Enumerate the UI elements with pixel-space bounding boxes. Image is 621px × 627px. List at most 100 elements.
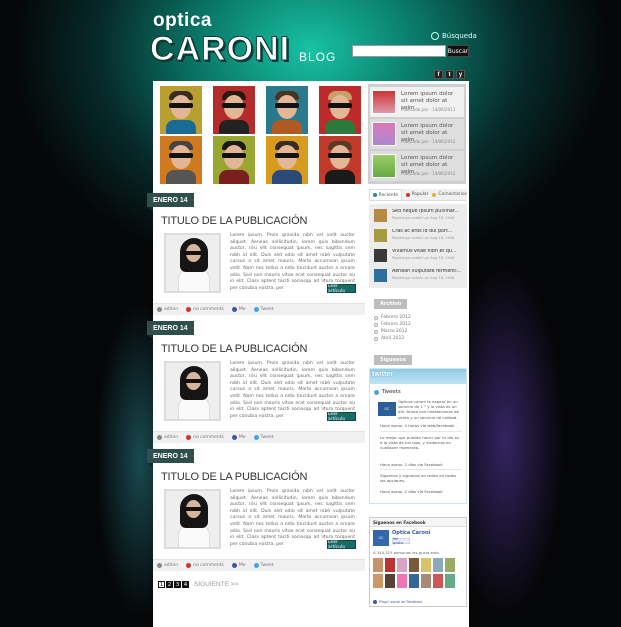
featured-thumb — [372, 154, 396, 178]
twitter-icon[interactable]: t — [445, 70, 454, 79]
post-image[interactable] — [164, 489, 221, 549]
slider-photo — [319, 136, 361, 184]
page-link-1[interactable]: 1 — [158, 581, 165, 588]
featured-date: Publicado por - 14/06/2013 — [401, 139, 456, 144]
slider-photo — [213, 86, 255, 134]
post-meta: admin no comments Me Tweet — [153, 431, 365, 443]
twitter-header: twitter — [370, 369, 466, 384]
recent-post-title: Aenean vulputate fermenti... — [392, 269, 462, 274]
facebook-page-name[interactable]: Optica Caroni — [392, 530, 430, 536]
fan-avatar[interactable] — [433, 558, 443, 572]
page-link-2[interactable]: 2 — [166, 581, 173, 588]
tab-recent[interactable]: Reciente — [369, 189, 402, 200]
facebook-plugin-link[interactable]: Plugin social de Facebook — [373, 600, 422, 604]
recent-post-item[interactable]: Sed neque ipsum pulvinar... Posted por a… — [372, 206, 464, 226]
post-image[interactable] — [164, 361, 221, 421]
recent-post-title: Vivamus vitae nibh et qu... — [392, 249, 457, 254]
read-more-button[interactable]: Leer artículo — [327, 540, 356, 550]
tweet-time[interactable]: Hace aprox. 2 días vía Facebook — [380, 489, 462, 494]
radio-icon — [374, 336, 378, 341]
recent-post-title: Sed neque ipsum pulvinar... — [392, 209, 459, 214]
fan-avatar[interactable] — [385, 558, 395, 572]
search-button[interactable]: Buscar — [447, 45, 469, 57]
recent-post-item[interactable]: Cras ac eros id dui port... Posted por a… — [372, 226, 464, 246]
recent-post-thumb — [374, 269, 387, 282]
fan-avatar[interactable] — [397, 574, 407, 588]
read-more-button[interactable]: Leer artículo — [327, 284, 356, 294]
archive-item[interactable]: Marzo 2012 — [374, 329, 408, 334]
tweet-time[interactable]: Hace aprox. 2 días vía Facebook — [380, 462, 462, 467]
tab-comments[interactable]: Comentarios — [432, 189, 467, 200]
clock-icon — [372, 193, 377, 197]
recent-post-date: Posted por admin on Aug 18, 2008 — [392, 236, 455, 240]
archive-item[interactable]: Febrero 2012 — [374, 322, 411, 327]
featured-item[interactable]: Lorem ipsum dolor sit amet dolor at selm… — [370, 151, 464, 181]
user-icon — [157, 435, 162, 440]
fan-avatar[interactable] — [433, 574, 443, 588]
fan-avatar[interactable] — [373, 558, 383, 572]
featured-item[interactable]: Lorem ipsum dolor sit amet dolor at selm… — [370, 87, 464, 117]
recent-post-title: Cras ac eros id dui port... — [392, 229, 453, 234]
sidebar-tabs: Reciente Popular Comentarios — [369, 189, 467, 201]
facebook-like-button[interactable]: Me gusta — [392, 537, 410, 545]
tweet-button[interactable]: Tweet — [253, 435, 274, 440]
read-more-button[interactable]: Leer artículo — [327, 412, 356, 422]
post-image[interactable] — [164, 233, 221, 293]
search-label-text: Búsqueda — [442, 32, 477, 40]
tweet-button[interactable]: Tweet — [253, 307, 274, 312]
featured-item[interactable]: Lorem ipsum dolor sit amet dolor at selm… — [370, 119, 464, 149]
post-author[interactable]: admin — [157, 563, 178, 568]
fan-avatar[interactable] — [385, 574, 395, 588]
post-title[interactable]: TITULO DE LA PUBLICACIÓN — [161, 215, 307, 227]
fan-avatar[interactable] — [397, 558, 407, 572]
facebook-like-button[interactable]: Me — [231, 563, 246, 568]
twitter-icon — [253, 307, 259, 312]
next-page-link[interactable]: SIGUIENTE >> — [194, 581, 238, 588]
pagination: 1 2 3 4 SIGUIENTE >> — [158, 581, 238, 588]
post-comments[interactable]: no comments — [186, 563, 224, 568]
tweet-divider — [380, 469, 462, 470]
featured-slider[interactable] — [156, 84, 368, 184]
tweet-button[interactable]: Tweet — [253, 563, 274, 568]
twitter-logo[interactable]: twitter — [372, 371, 393, 378]
post-comments[interactable]: no comments — [186, 435, 224, 440]
archive-item[interactable]: Abril 2012 — [374, 336, 404, 341]
fan-avatar[interactable] — [409, 558, 419, 572]
recent-post-item[interactable]: Aenean vulputate fermenti... Posted por … — [372, 266, 464, 286]
fan-avatar[interactable] — [409, 574, 419, 588]
brand-blog-label: BLOG — [299, 50, 337, 64]
search-input[interactable] — [352, 45, 446, 57]
recent-post-item[interactable]: Vivamus vitae nibh et qu... Posted por a… — [372, 246, 464, 266]
post-author[interactable]: admin — [157, 307, 178, 312]
facebook-like-button[interactable]: Me — [231, 435, 246, 440]
archive-item[interactable]: Febrero 2012 — [374, 315, 411, 320]
facebook-page-avatar[interactable]: OC — [373, 530, 389, 546]
facebook-like-button[interactable]: Me — [231, 307, 246, 312]
brand-logo[interactable]: CARONI — [149, 30, 290, 69]
fan-avatar[interactable] — [421, 558, 431, 572]
youtube-icon[interactable]: y — [456, 70, 465, 79]
facebook-icon[interactable]: f — [434, 70, 443, 79]
tweet-time[interactable]: Hace aprox. 4 horas vía web/facebook — [380, 423, 462, 428]
tweet-item: Lo mejor que puedes hacer por tu día es … — [380, 435, 459, 451]
page-link-3[interactable]: 3 — [174, 581, 181, 588]
post-comments[interactable]: no comments — [186, 307, 224, 312]
fan-avatar[interactable] — [373, 574, 383, 588]
user-icon — [157, 307, 162, 312]
brand-top[interactable]: optica — [153, 10, 212, 32]
radio-icon — [374, 322, 378, 327]
slider-photo — [213, 136, 255, 184]
post-meta: admin no comments Me Tweet — [153, 303, 365, 315]
fan-avatar[interactable] — [445, 558, 455, 572]
page-link-4[interactable]: 4 — [182, 581, 189, 588]
fan-avatar[interactable] — [421, 574, 431, 588]
post-title[interactable]: TITULO DE LA PUBLICACIÓN — [161, 471, 307, 483]
post-author[interactable]: admin — [157, 435, 178, 440]
tab-popular[interactable]: Popular — [402, 189, 433, 200]
post-title[interactable]: TITULO DE LA PUBLICACIÓN — [161, 343, 307, 355]
fan-avatar[interactable] — [445, 574, 455, 588]
recent-post-date: Posted por admin on Aug 18, 2008 — [392, 256, 455, 260]
twitter-bird-icon — [374, 389, 379, 395]
heart-icon — [186, 435, 192, 440]
twitter-avatar[interactable]: OC — [378, 402, 396, 416]
